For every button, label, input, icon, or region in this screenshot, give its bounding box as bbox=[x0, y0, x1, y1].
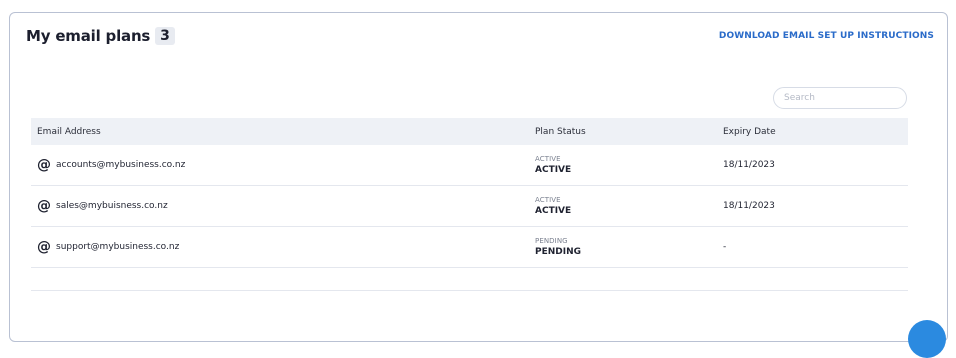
table-footer-divider bbox=[31, 290, 908, 291]
column-header-expiry[interactable]: Expiry Date bbox=[723, 127, 908, 137]
table-header: Email Address Plan Status Expiry Date bbox=[31, 118, 908, 145]
table-row[interactable]: @ accounts@mybusiness.co.nz ACTIVE ACTIV… bbox=[31, 145, 908, 186]
expiry-date: - bbox=[723, 242, 727, 252]
download-instructions-link[interactable]: DOWNLOAD EMAIL SET UP INSTRUCTIONS bbox=[719, 31, 934, 41]
at-icon: @ bbox=[37, 239, 51, 255]
at-icon: @ bbox=[37, 198, 51, 214]
status-value: PENDING bbox=[535, 247, 582, 257]
search-input[interactable] bbox=[773, 87, 907, 109]
expiry-date: 18/11/2023 bbox=[723, 201, 775, 211]
title-row: My email plans 3 bbox=[26, 27, 175, 45]
status-value: ACTIVE bbox=[535, 165, 572, 175]
status-value: ACTIVE bbox=[535, 206, 572, 216]
at-icon: @ bbox=[37, 157, 51, 173]
column-header-email[interactable]: Email Address bbox=[31, 127, 535, 137]
plan-count-badge: 3 bbox=[155, 27, 175, 45]
email-plans-table: Email Address Plan Status Expiry Date @ … bbox=[31, 118, 908, 268]
status-label: ACTIVE bbox=[535, 155, 561, 163]
column-header-status[interactable]: Plan Status bbox=[535, 127, 723, 137]
page-title: My email plans bbox=[26, 27, 151, 45]
email-address[interactable]: accounts@mybusiness.co.nz bbox=[56, 160, 185, 170]
status-label: PENDING bbox=[535, 237, 568, 245]
email-address[interactable]: support@mybusiness.co.nz bbox=[56, 242, 179, 252]
table-row[interactable]: @ sales@mybuisness.co.nz ACTIVE ACTIVE 1… bbox=[31, 186, 908, 227]
status-label: ACTIVE bbox=[535, 196, 561, 204]
email-address[interactable]: sales@mybuisness.co.nz bbox=[56, 201, 168, 211]
table-row[interactable]: @ support@mybusiness.co.nz PENDING PENDI… bbox=[31, 227, 908, 268]
expiry-date: 18/11/2023 bbox=[723, 160, 775, 170]
